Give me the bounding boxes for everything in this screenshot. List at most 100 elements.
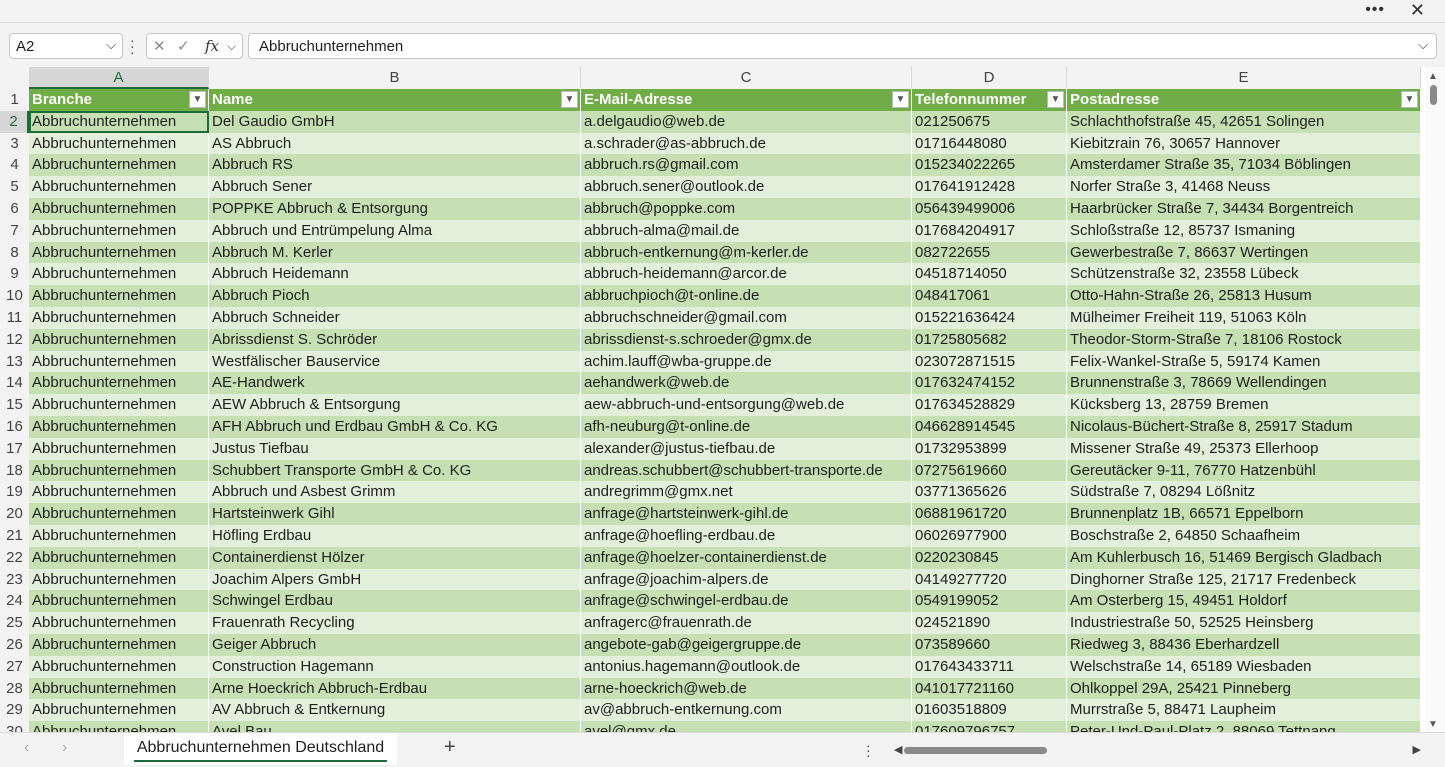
- sheet-tab[interactable]: Abbruchunternehmen Deutschland: [124, 733, 397, 765]
- table-cell[interactable]: Schützenstraße 32, 23558 Lübeck: [1067, 263, 1421, 286]
- row-header[interactable]: 27: [0, 655, 29, 678]
- table-cell[interactable]: Construction Hagemann: [209, 655, 581, 678]
- table-cell[interactable]: Otto-Hahn-Straße 26, 25813 Husum: [1067, 285, 1421, 307]
- row-header[interactable]: 14: [0, 372, 29, 395]
- scroll-down-icon[interactable]: ▼: [1428, 719, 1438, 730]
- name-box[interactable]: A2 ⌵: [9, 33, 123, 59]
- table-cell[interactable]: Schubbert Transporte GmbH & Co. KG: [209, 459, 581, 482]
- row-header[interactable]: 17: [0, 437, 29, 460]
- table-cell[interactable]: Abbruchunternehmen: [29, 677, 209, 700]
- table-cell[interactable]: antonius.hagemann@outlook.de: [581, 655, 912, 678]
- row-header[interactable]: 7: [0, 219, 29, 242]
- scroll-thumb[interactable]: [904, 747, 1047, 754]
- table-cell[interactable]: a.schrader@as-abbruch.de: [581, 132, 912, 155]
- table-cell[interactable]: abbruch.rs@gmail.com: [581, 154, 912, 177]
- table-cell[interactable]: abbruch-heidemann@arcor.de: [581, 263, 912, 286]
- select-all-corner[interactable]: [0, 67, 29, 89]
- table-cell[interactable]: Abbruchunternehmen: [29, 546, 209, 569]
- table-cell[interactable]: Haarbrücker Straße 7, 34434 Borgentreich: [1067, 198, 1421, 220]
- cancel-icon[interactable]: ✕: [153, 37, 166, 55]
- table-cell[interactable]: abrissdienst-s.schroeder@gmx.de: [581, 328, 912, 351]
- table-cell[interactable]: anfrage@hoefling-erdbau.de: [581, 525, 912, 547]
- table-cell[interactable]: AFH Abbruch und Erdbau GmbH & Co. KG: [209, 416, 581, 438]
- table-cell[interactable]: Schlachthofstraße 45, 42651 Solingen: [1067, 110, 1421, 133]
- header-cell[interactable]: Branche ▼: [29, 89, 209, 111]
- table-cell[interactable]: Abbruchunternehmen: [29, 612, 209, 634]
- table-cell[interactable]: 048417061: [912, 285, 1067, 307]
- table-cell[interactable]: Missener Straße 49, 25373 Ellerhoop: [1067, 437, 1421, 460]
- table-cell[interactable]: Abbruchunternehmen: [29, 481, 209, 504]
- table-cell[interactable]: abbruch-alma@mail.de: [581, 219, 912, 242]
- table-cell[interactable]: Abbruchunternehmen: [29, 503, 209, 525]
- table-cell[interactable]: Abbruchunternehmen: [29, 372, 209, 395]
- filter-dropdown-icon[interactable]: ▼: [189, 91, 206, 108]
- table-cell[interactable]: anfrage@hartsteinwerk-gihl.de: [581, 503, 912, 525]
- table-cell[interactable]: anfrage@joachim-alpers.de: [581, 568, 912, 591]
- table-cell[interactable]: Amsterdamer Straße 35, 71034 Böblingen: [1067, 154, 1421, 177]
- table-cell[interactable]: alexander@justus-tiefbau.de: [581, 437, 912, 460]
- table-cell[interactable]: Riedweg 3, 88436 Eberhardzell: [1067, 634, 1421, 656]
- table-cell[interactable]: POPPKE Abbruch & Entsorgung: [209, 198, 581, 220]
- table-cell[interactable]: aehandwerk@web.de: [581, 372, 912, 395]
- row-header[interactable]: 21: [0, 525, 29, 547]
- table-cell[interactable]: Dinghorner Straße 125, 21717 Fredenbeck: [1067, 568, 1421, 591]
- table-cell[interactable]: anfragerc@frauenrath.de: [581, 612, 912, 634]
- table-cell[interactable]: Abbruchunternehmen: [29, 634, 209, 656]
- table-cell[interactable]: Ohlkoppel 29A, 25421 Pinneberg: [1067, 677, 1421, 700]
- table-cell[interactable]: Hartsteinwerk Gihl: [209, 503, 581, 525]
- filter-dropdown-icon[interactable]: ▼: [561, 91, 578, 108]
- more-options-icon[interactable]: •••: [1365, 1, 1385, 19]
- table-cell[interactable]: andregrimm@gmx.net: [581, 481, 912, 504]
- row-header[interactable]: 16: [0, 416, 29, 438]
- row-header[interactable]: 25: [0, 612, 29, 634]
- scroll-up-icon[interactable]: ▲: [1428, 71, 1438, 82]
- table-cell[interactable]: Abbruchunternehmen: [29, 525, 209, 547]
- table-cell[interactable]: Theodor-Storm-Straße 7, 18106 Rostock: [1067, 328, 1421, 351]
- chevron-down-icon[interactable]: ⌵: [227, 39, 236, 54]
- table-cell[interactable]: 01603518809: [912, 699, 1067, 722]
- add-sheet-button[interactable]: +: [444, 736, 456, 759]
- header-cell[interactable]: Name ▼: [209, 89, 581, 111]
- row-header[interactable]: 6: [0, 198, 29, 220]
- table-cell[interactable]: Abbruchunternehmen: [29, 699, 209, 722]
- table-cell[interactable]: anfrage@schwingel-erdbau.de: [581, 590, 912, 613]
- table-cell[interactable]: Industriestraße 50, 52525 Heinsberg: [1067, 612, 1421, 634]
- table-cell[interactable]: 04518714050: [912, 263, 1067, 286]
- table-cell[interactable]: AS Abbruch: [209, 132, 581, 155]
- table-cell[interactable]: 017643433711: [912, 655, 1067, 678]
- table-cell[interactable]: anfrage@hoelzer-containerdienst.de: [581, 546, 912, 569]
- table-cell[interactable]: 01725805682: [912, 328, 1067, 351]
- column-header-e[interactable]: E: [1067, 67, 1421, 89]
- scroll-left-icon[interactable]: ◀: [894, 743, 902, 756]
- table-cell[interactable]: Abbruchunternehmen: [29, 416, 209, 438]
- table-cell[interactable]: Murrstraße 5, 88471 Laupheim: [1067, 699, 1421, 722]
- row-header[interactable]: 26: [0, 634, 29, 656]
- table-cell[interactable]: abbruch-entkernung@m-kerler.de: [581, 241, 912, 264]
- table-cell[interactable]: Gereutäcker 9-11, 76770 Hatzenbühl: [1067, 459, 1421, 482]
- table-cell[interactable]: Westfälischer Bauservice: [209, 350, 581, 373]
- row-header[interactable]: 24: [0, 590, 29, 613]
- table-cell[interactable]: AE-Handwerk: [209, 372, 581, 395]
- row-header[interactable]: 10: [0, 285, 29, 307]
- close-icon[interactable]: ✕: [1410, 0, 1425, 21]
- table-cell[interactable]: Abbruchunternehmen: [29, 328, 209, 351]
- table-cell[interactable]: Abbruch Schneider: [209, 307, 581, 329]
- table-cell[interactable]: Arne Hoeckrich Abbruch-Erdbau: [209, 677, 581, 700]
- enter-icon[interactable]: ✓: [177, 37, 190, 55]
- header-cell[interactable]: Postadresse ▼: [1067, 89, 1421, 111]
- row-header[interactable]: 19: [0, 481, 29, 504]
- table-cell[interactable]: 017634528829: [912, 394, 1067, 416]
- table-cell[interactable]: Mülheimer Freiheit 119, 51063 Köln: [1067, 307, 1421, 329]
- table-cell[interactable]: Abbruch M. Kerler: [209, 241, 581, 264]
- table-cell[interactable]: Abbruchunternehmen: [29, 307, 209, 329]
- table-cell[interactable]: Brunnenstraße 3, 78669 Wellendingen: [1067, 372, 1421, 395]
- table-cell[interactable]: Abbruchunternehmen: [29, 263, 209, 286]
- table-cell[interactable]: Containerdienst Hölzer: [209, 546, 581, 569]
- row-header[interactable]: 5: [0, 176, 29, 198]
- table-cell[interactable]: a.delgaudio@web.de: [581, 110, 912, 133]
- filter-dropdown-icon[interactable]: ▼: [892, 91, 909, 108]
- table-cell[interactable]: 07275619660: [912, 459, 1067, 482]
- scroll-right-icon[interactable]: ▶: [1413, 743, 1421, 756]
- table-cell[interactable]: 06881961720: [912, 503, 1067, 525]
- table-cell[interactable]: 017641912428: [912, 176, 1067, 198]
